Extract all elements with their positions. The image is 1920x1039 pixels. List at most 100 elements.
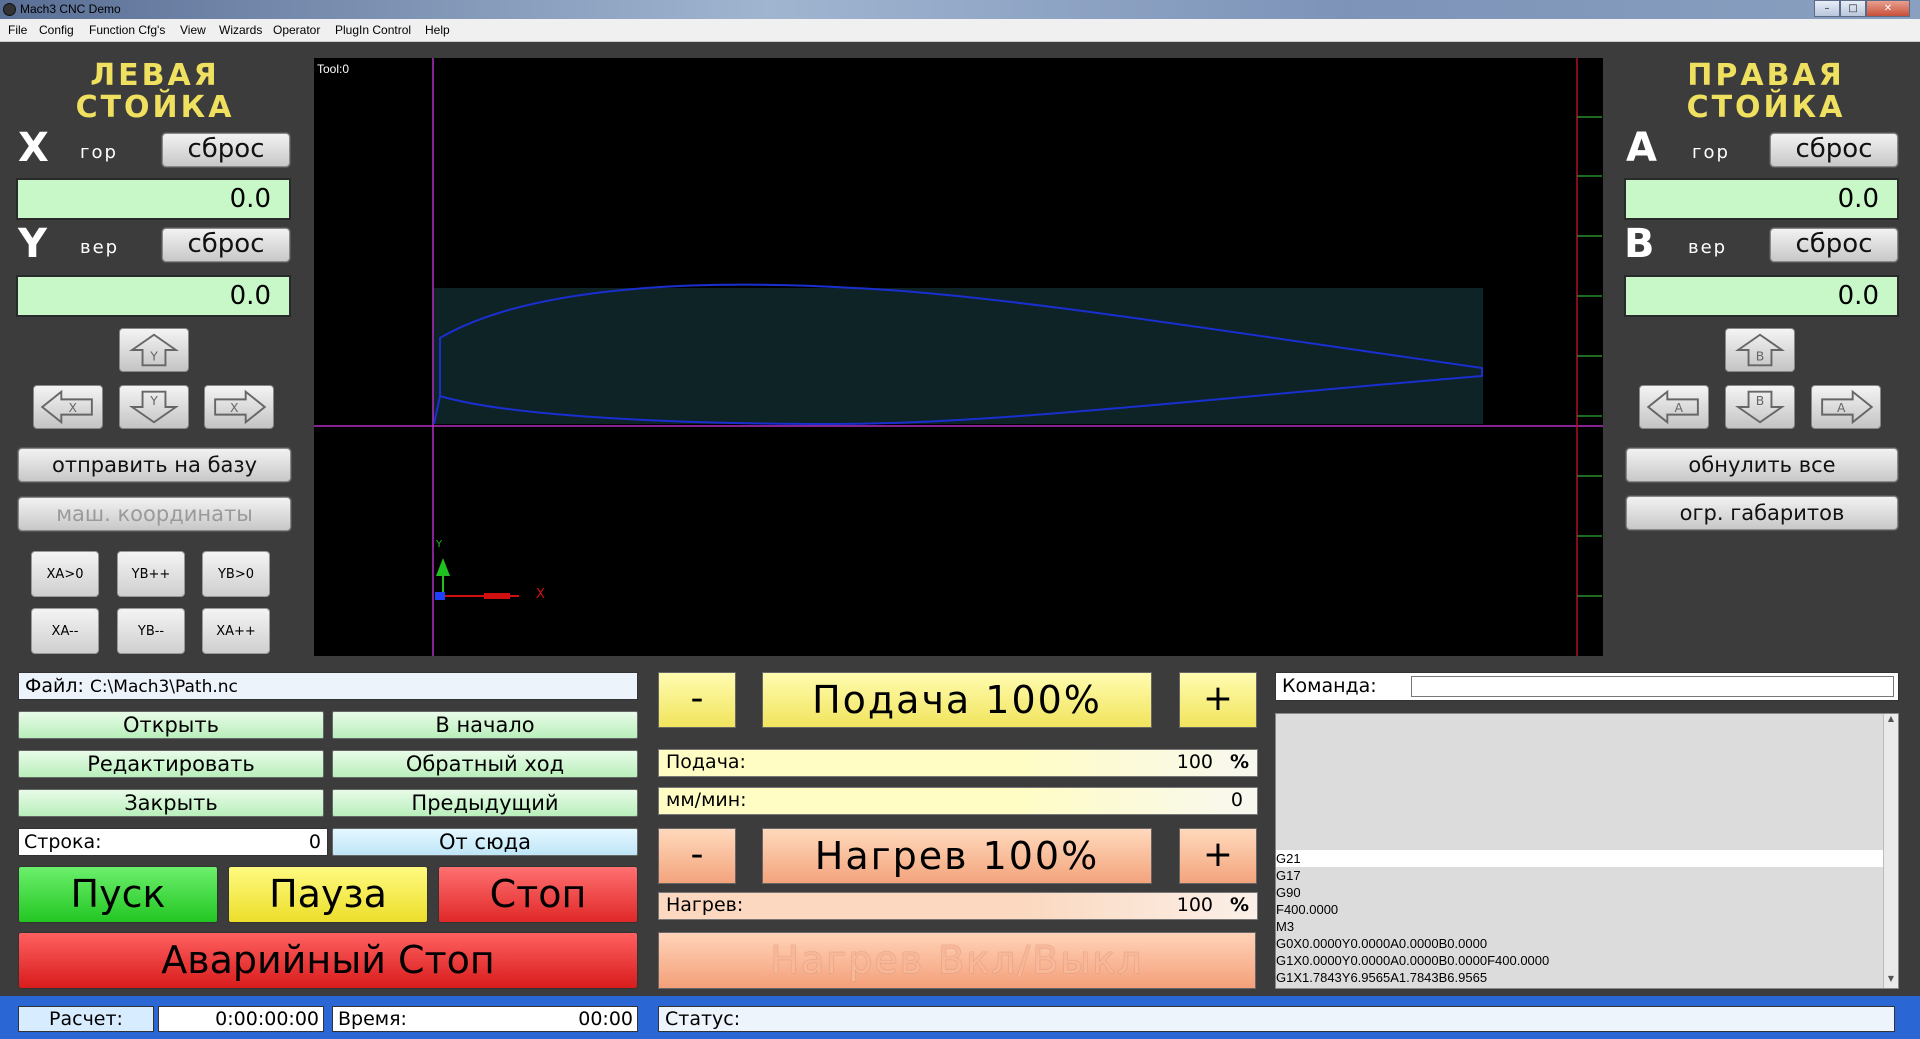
menu-plugin-control[interactable]: PlugIn Control bbox=[335, 23, 411, 37]
menu-view[interactable]: View bbox=[180, 23, 206, 37]
machine-coords-button[interactable]: маш. координаты bbox=[18, 497, 291, 531]
calc-value: 0:00:00:00 bbox=[158, 1006, 324, 1032]
line-number-field[interactable]: Строка: 0 bbox=[18, 828, 328, 856]
jog-yb-minus-button[interactable]: YB-- bbox=[117, 608, 185, 654]
rewind-button[interactable]: В начало bbox=[332, 711, 638, 739]
minimize-button[interactable]: – bbox=[1814, 0, 1840, 17]
command-label: Команда: bbox=[1282, 675, 1377, 697]
jog-a-minus-button[interactable]: A bbox=[1639, 385, 1709, 429]
arrow-left-icon: A bbox=[1646, 389, 1699, 425]
scroll-down-icon[interactable]: ▼ bbox=[1884, 974, 1898, 988]
cycle-start-button[interactable]: Пуск bbox=[18, 866, 218, 923]
jog-yb-to-zero-button[interactable]: YB>0 bbox=[202, 551, 270, 597]
b-dro[interactable]: 0.0 bbox=[1624, 275, 1899, 317]
arrow-left-icon: X bbox=[40, 389, 93, 425]
time-value: 00:00 bbox=[578, 1008, 633, 1030]
previous-line-button[interactable]: Предыдущий bbox=[332, 789, 638, 817]
jog-xa-to-zero-button[interactable]: XA>0 bbox=[31, 551, 99, 597]
gcode-line[interactable]: M3 bbox=[1276, 918, 1898, 935]
status-label: Статус: bbox=[665, 1008, 741, 1030]
emergency-stop-button[interactable]: Аварийный Стоп bbox=[18, 932, 638, 989]
jog-yb-plus-button[interactable]: YB++ bbox=[117, 551, 185, 597]
close-window-button[interactable]: ✕ bbox=[1866, 0, 1910, 17]
x-dro[interactable]: 0.0 bbox=[16, 178, 291, 220]
send-home-button[interactable]: отправить на базу bbox=[18, 448, 291, 482]
jog-b-plus-button[interactable]: B bbox=[1725, 328, 1795, 372]
gcode-list[interactable]: G21 G17 G90 F400.0000 M3 G0X0.0000Y0.000… bbox=[1275, 713, 1899, 989]
gcode-line[interactable]: G1X0.0000Y0.0000A0.0000B0.0000F400.0000 bbox=[1276, 952, 1898, 969]
heat-override-button[interactable]: Нагрев 100% bbox=[762, 828, 1152, 884]
file-label: Файл: bbox=[25, 675, 84, 697]
arrow-up-icon: B bbox=[1735, 333, 1785, 367]
jog-xa-plus-button[interactable]: XA++ bbox=[202, 608, 270, 654]
feed-rate-value: 0 bbox=[1230, 789, 1243, 811]
menu-help[interactable]: Help bbox=[425, 23, 450, 37]
b-axis-label: B bbox=[1624, 221, 1655, 267]
arrow-up-icon: Y bbox=[129, 333, 179, 367]
gcode-line[interactable]: G90 bbox=[1276, 884, 1898, 901]
arrow-down-icon: Y bbox=[129, 390, 179, 424]
a-reset-button[interactable]: сброс bbox=[1770, 133, 1898, 167]
zero-all-button[interactable]: обнулить все bbox=[1626, 448, 1898, 482]
menu-operator[interactable]: Operator bbox=[273, 23, 320, 37]
feed-override-button[interactable]: Подача 100% bbox=[762, 672, 1152, 728]
jog-xa-minus-button[interactable]: XA-- bbox=[31, 608, 99, 654]
reverse-run-button[interactable]: Обратный ход bbox=[332, 750, 638, 778]
a-dro[interactable]: 0.0 bbox=[1624, 178, 1899, 220]
jog-x-plus-button[interactable]: X bbox=[204, 385, 274, 429]
b-reset-button[interactable]: сброс bbox=[1770, 228, 1898, 262]
toolpath-display[interactable]: Tool:0 Y X bbox=[314, 58, 1603, 656]
jog-y-minus-button[interactable]: Y bbox=[119, 385, 189, 429]
svg-text:X: X bbox=[230, 400, 239, 415]
edit-gcode-button[interactable]: Редактировать bbox=[18, 750, 324, 778]
y-dro[interactable]: 0.0 bbox=[16, 275, 291, 317]
svg-text:B: B bbox=[1756, 393, 1765, 408]
menu-config[interactable]: Config bbox=[39, 23, 74, 37]
gcode-line[interactable]: G0X0.0000Y0.0000A0.0000B0.0000 bbox=[1276, 935, 1898, 952]
x-axis-label: X bbox=[18, 125, 49, 171]
svg-text:B: B bbox=[1756, 349, 1765, 364]
svg-text:A: A bbox=[1675, 400, 1684, 415]
y-reset-button[interactable]: сброс bbox=[162, 228, 290, 262]
svg-text:A: A bbox=[1837, 400, 1846, 415]
tool-label: Tool:0 bbox=[317, 62, 350, 76]
open-file-button[interactable]: Открыть bbox=[18, 711, 324, 739]
gcode-line[interactable]: G1X1.7843Y6.9565A1.7843B6.9565 bbox=[1276, 969, 1898, 986]
close-file-button[interactable]: Закрыть bbox=[18, 789, 324, 817]
heat-percent-value: 100 bbox=[1176, 894, 1213, 916]
axis-gizmo bbox=[435, 558, 519, 600]
heat-toggle-button[interactable]: Нагрев Вкл/Выкл bbox=[658, 932, 1256, 989]
heat-percent-row: Нагрев: 100 % bbox=[658, 892, 1258, 920]
arrow-down-icon: B bbox=[1735, 390, 1785, 424]
gcode-line[interactable]: F400.0000 bbox=[1276, 901, 1898, 918]
jog-x-minus-button[interactable]: X bbox=[33, 385, 103, 429]
arrow-right-icon: A bbox=[1821, 389, 1874, 425]
pause-button[interactable]: Пауза bbox=[228, 866, 428, 923]
feed-increase-button[interactable]: + bbox=[1179, 672, 1257, 728]
svg-text:X: X bbox=[69, 400, 78, 415]
calc-label: Расчет: bbox=[18, 1006, 154, 1032]
x-reset-button[interactable]: сброс bbox=[162, 133, 290, 167]
jog-b-minus-button[interactable]: B bbox=[1725, 385, 1795, 429]
arrow-right-icon: X bbox=[214, 389, 267, 425]
heat-decrease-button[interactable]: - bbox=[658, 828, 736, 884]
menu-wizards[interactable]: Wizards bbox=[219, 23, 262, 37]
run-from-here-button[interactable]: От сюда bbox=[332, 828, 638, 856]
scroll-up-icon[interactable]: ▲ bbox=[1884, 714, 1898, 728]
maximize-button[interactable]: □ bbox=[1840, 0, 1866, 17]
command-input[interactable] bbox=[1411, 676, 1894, 697]
status-bar: Расчет: 0:00:00:00 Время: 00:00 Статус: bbox=[0, 996, 1920, 1039]
gcode-scrollbar[interactable]: ▲ ▼ bbox=[1883, 714, 1898, 988]
heat-increase-button[interactable]: + bbox=[1179, 828, 1257, 884]
jog-y-plus-button[interactable]: Y bbox=[119, 328, 189, 372]
gcode-line-current[interactable]: G21 bbox=[1276, 850, 1884, 867]
status-field: Статус: bbox=[658, 1006, 1895, 1032]
stop-button[interactable]: Стоп bbox=[438, 866, 638, 923]
gcode-line[interactable]: G17 bbox=[1276, 867, 1898, 884]
menu-function-cfgs[interactable]: Function Cfg's bbox=[89, 23, 165, 37]
jog-a-plus-button[interactable]: A bbox=[1811, 385, 1881, 429]
menu-file[interactable]: File bbox=[8, 23, 27, 37]
soft-limits-button[interactable]: огр. габаритов bbox=[1626, 496, 1898, 530]
feed-percent-unit: % bbox=[1229, 751, 1249, 773]
feed-decrease-button[interactable]: - bbox=[658, 672, 736, 728]
